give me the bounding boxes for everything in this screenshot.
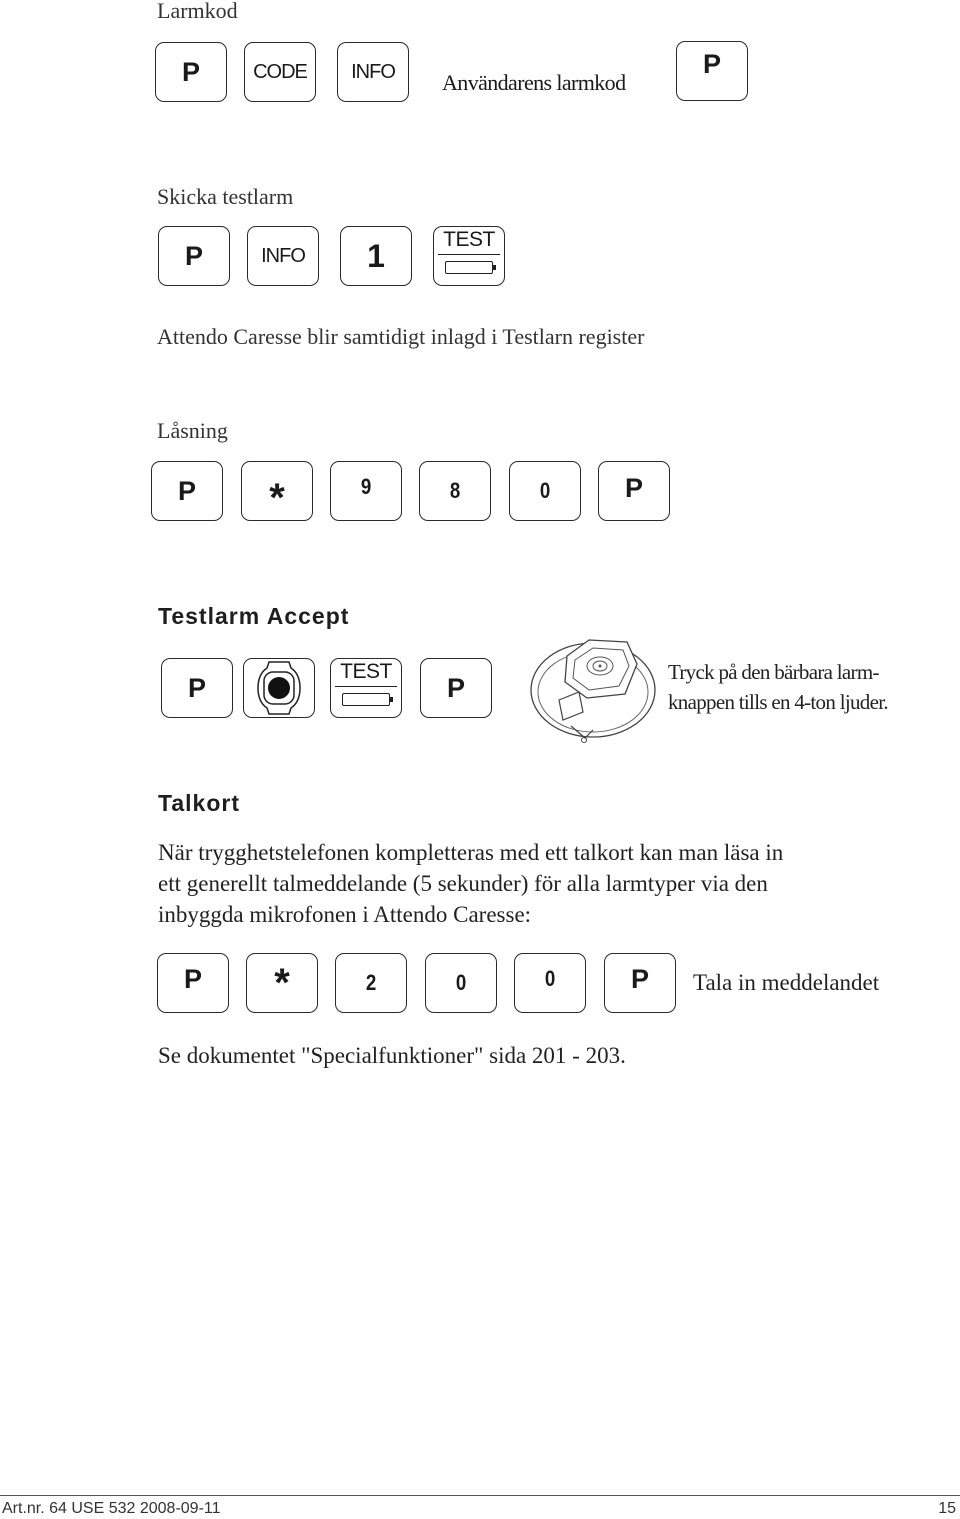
paragraph-line: inbyggda mikrofonen i Attendo Caresse:: [158, 902, 532, 927]
key-star: *: [241, 461, 313, 521]
key-label: P: [183, 963, 202, 994]
key-0: 0: [514, 953, 586, 1013]
key-alarm-button: [243, 658, 315, 718]
key-label: TEST: [443, 228, 495, 251]
key-label: P: [177, 475, 196, 506]
key-label: INFO: [261, 244, 306, 267]
talkort-paragraph: När trygghetstelefonen kompletteras med …: [158, 837, 783, 930]
key-2: 2: [335, 953, 407, 1013]
key-1: 1: [340, 226, 412, 286]
key-p: P: [155, 42, 227, 102]
key-p: P: [604, 953, 676, 1013]
key-9: 9: [330, 461, 402, 521]
key-label: INFO: [351, 60, 396, 83]
wearable-alarm-button-icon: [530, 639, 656, 743]
reference-text: Se dokumentet "Specialfunktioner" sida 2…: [158, 1043, 626, 1068]
key-star: *: [246, 953, 318, 1013]
key-info: INFO: [247, 226, 319, 286]
key-label: P: [446, 672, 465, 703]
section-title-talkort: Talkort: [158, 790, 240, 816]
key-label: P: [181, 56, 200, 87]
instruction-line: Tryck på den bärbara larm-: [668, 660, 879, 684]
key-p: P: [151, 461, 223, 521]
divider: [438, 254, 500, 255]
key-label: P: [702, 48, 721, 79]
key-test: TEST: [330, 658, 402, 718]
record-message-text: Tala in meddelandet: [693, 970, 880, 995]
key-label: CODE: [253, 60, 308, 83]
instruction-text: Tryck på den bärbara larm- knappen tills…: [668, 657, 889, 717]
key-test: TEST: [433, 226, 505, 286]
key-label: *: [269, 475, 285, 520]
key-p: P: [158, 226, 230, 286]
key-0: 0: [509, 461, 581, 521]
user-alarm-code-text: Användarens larmkod: [442, 70, 626, 95]
battery-icon: [445, 261, 496, 274]
key-8: 8: [419, 461, 491, 521]
page-number: 15: [938, 1500, 956, 1517]
key-label: P: [187, 672, 206, 703]
key-label: 1: [367, 237, 385, 274]
alarm-button-icon: [257, 661, 301, 715]
section-title-larmkod: Larmkod: [157, 0, 238, 23]
key-label: P: [630, 963, 649, 994]
key-label: 9: [360, 474, 372, 499]
section-title-testlarm-accept: Testlarm Accept: [158, 603, 350, 629]
key-p: P: [598, 461, 670, 521]
key-code: CODE: [244, 42, 316, 102]
key-label: TEST: [340, 660, 392, 683]
key-label: P: [624, 472, 643, 503]
key-p: P: [157, 953, 229, 1013]
key-label: 8: [449, 478, 461, 503]
divider: [335, 686, 397, 687]
section-title-skicka-testlarm: Skicka testlarm: [157, 184, 294, 209]
key-p: P: [161, 658, 233, 718]
battery-icon: [342, 693, 393, 706]
key-p: P: [676, 41, 748, 101]
footer-divider: [0, 1495, 960, 1496]
key-p: P: [420, 658, 492, 718]
register-note: Attendo Caresse blir samtidigt inlagd i …: [157, 324, 645, 349]
key-0: 0: [425, 953, 497, 1013]
paragraph-line: När trygghetstelefonen kompletteras med …: [158, 840, 784, 865]
paragraph-line: ett generellt talmeddelande (5 sekunder)…: [158, 871, 768, 896]
key-label: *: [274, 960, 290, 1005]
key-label: 2: [365, 970, 377, 995]
instruction-line: knappen tills en 4-ton ljuder.: [668, 690, 889, 714]
footer-article: Art.nr. 64 USE 532 2008-09-11: [2, 1500, 221, 1517]
key-label: 0: [539, 478, 551, 503]
key-info: INFO: [337, 42, 409, 102]
section-title-lasning: Låsning: [157, 418, 228, 443]
key-label: 0: [455, 970, 467, 995]
key-label: 0: [544, 966, 556, 991]
key-label: P: [184, 240, 203, 271]
